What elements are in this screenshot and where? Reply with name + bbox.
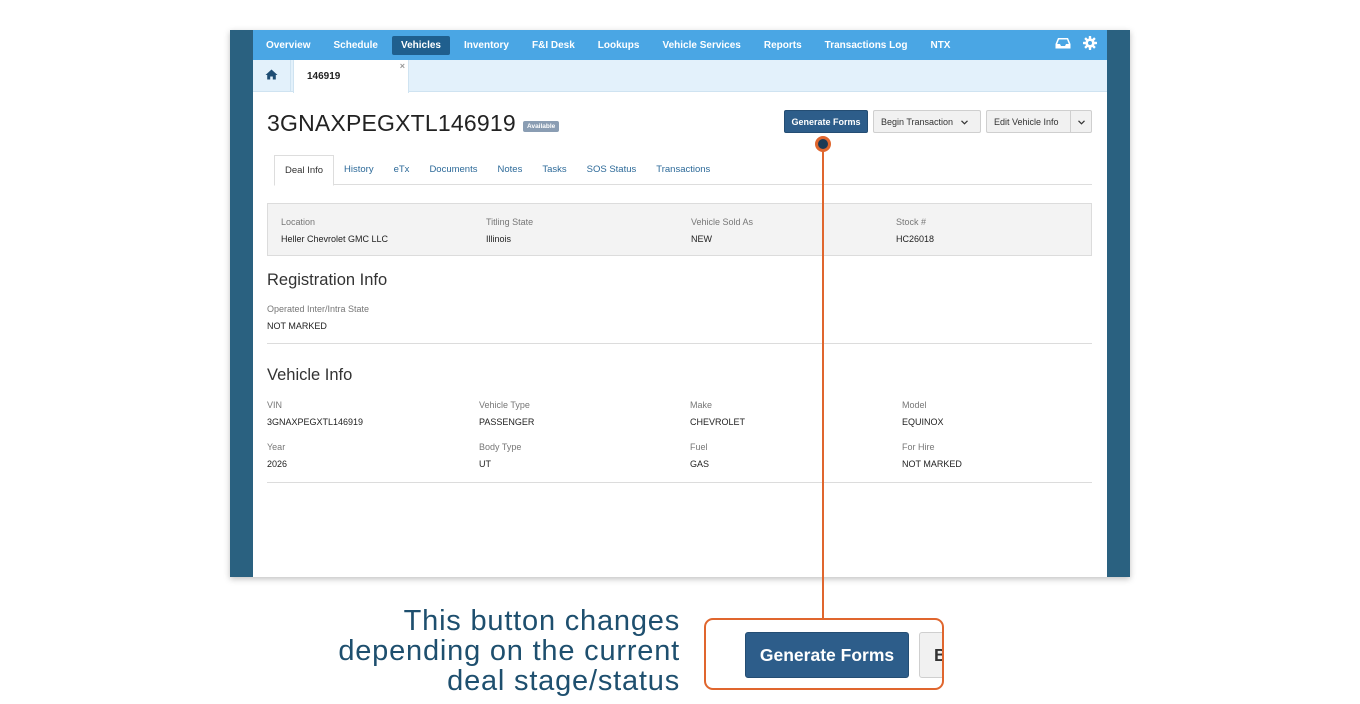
tab-history[interactable]: History xyxy=(334,155,384,185)
vehicle-sold-as-value: NEW xyxy=(691,234,712,244)
callout-dot xyxy=(815,136,831,152)
for-hire-value: NOT MARKED xyxy=(902,459,962,469)
fuel-value: GAS xyxy=(690,459,710,469)
nav-reports[interactable]: Reports xyxy=(755,36,811,55)
detail-tabs: Deal Info History eTx Documents Notes Ta… xyxy=(274,155,1092,186)
nav-transactions-log[interactable]: Transactions Log xyxy=(816,36,917,55)
tab-strip: 146919 × xyxy=(253,60,1107,93)
callout-caption-line: deal stage/status xyxy=(447,665,680,697)
chevron-down-icon xyxy=(1077,117,1085,127)
top-nav: Overview Schedule Vehicles Inventory F&I… xyxy=(253,30,1107,60)
nav-vehicle-services[interactable]: Vehicle Services xyxy=(653,36,749,55)
tab-label: 146919 xyxy=(307,71,341,82)
zoomed-begin-transaction-button: B xyxy=(919,632,942,678)
section-divider xyxy=(267,343,1092,344)
vehicle-type-label: Vehicle Type xyxy=(479,400,530,410)
deal-info-panel: Location Heller Chevrolet GMC LLC Titlin… xyxy=(267,203,1092,256)
callout-zoom-box: Generate Forms B xyxy=(704,618,944,690)
operated-state-value: NOT MARKED xyxy=(267,321,327,331)
nav-schedule[interactable]: Schedule xyxy=(324,36,386,55)
titling-state-label: Titling State xyxy=(486,217,534,227)
location-value: Heller Chevrolet GMC LLC xyxy=(281,234,389,244)
stock-number-label: Stock # xyxy=(896,217,927,227)
tab-etx[interactable]: eTx xyxy=(384,155,420,185)
chevron-down-icon xyxy=(961,117,968,127)
nav-ntx[interactable]: NTX xyxy=(921,36,959,55)
for-hire-label: For Hire xyxy=(902,442,935,452)
app-frame: Overview Schedule Vehicles Inventory F&I… xyxy=(230,30,1130,577)
location-label: Location xyxy=(281,217,316,227)
nav-inventory[interactable]: Inventory xyxy=(455,36,518,55)
page-title: 3GNAXPEGXTL146919 xyxy=(267,110,516,136)
stock-number-value: HC26018 xyxy=(896,234,935,244)
callout-connector-line xyxy=(822,145,824,619)
body-type-label: Body Type xyxy=(479,442,522,452)
body-type-value: UT xyxy=(479,459,491,469)
zoomed-generate-forms-button: Generate Forms xyxy=(745,632,909,678)
status-badge: Available xyxy=(523,121,560,132)
generate-forms-button[interactable]: Generate Forms xyxy=(784,110,868,133)
edit-vehicle-info-button[interactable]: Edit Vehicle Info xyxy=(986,110,1071,133)
inbox-icon[interactable] xyxy=(1055,36,1071,50)
year-label: Year xyxy=(267,442,286,452)
titling-state-value: Illinois xyxy=(486,234,512,244)
tab-tasks[interactable]: Tasks xyxy=(532,155,576,185)
vin-label: VIN xyxy=(267,400,283,410)
tab-sos-status[interactable]: SOS Status xyxy=(577,155,647,185)
begin-transaction-label: Begin Transaction xyxy=(881,116,954,127)
year-value: 2026 xyxy=(267,459,288,469)
vehicle-sold-as-label: Vehicle Sold As xyxy=(691,217,754,227)
fuel-label: Fuel xyxy=(690,442,708,452)
vehicle-type-value: PASSENGER xyxy=(479,417,535,427)
model-value: EQUINOX xyxy=(902,417,944,427)
nav-icon-group xyxy=(1055,36,1097,50)
callout-caption-line: This button changes xyxy=(403,605,680,637)
model-label: Model xyxy=(902,400,927,410)
section-divider xyxy=(267,482,1092,483)
gear-icon[interactable] xyxy=(1083,36,1097,50)
vehicle-info-heading: Vehicle Info xyxy=(267,366,353,384)
make-value: CHEVROLET xyxy=(690,417,746,427)
callout-caption: This button changes depending on the cur… xyxy=(260,606,680,696)
nav-vehicles[interactable]: Vehicles xyxy=(391,35,450,55)
nav-lookups[interactable]: Lookups xyxy=(589,36,649,55)
tab-notes[interactable]: Notes xyxy=(488,155,533,185)
home-tab[interactable] xyxy=(253,60,291,92)
edit-vehicle-info-dropdown[interactable] xyxy=(1070,110,1092,133)
begin-transaction-button[interactable]: Begin Transaction xyxy=(873,110,981,133)
make-label: Make xyxy=(690,400,713,410)
tab-deal-info[interactable]: Deal Info xyxy=(274,155,335,186)
tab-transactions[interactable]: Transactions xyxy=(646,155,720,185)
close-icon[interactable]: × xyxy=(400,61,405,71)
tab-146919[interactable]: 146919 × xyxy=(293,60,409,93)
vin-value: 3GNAXPEGXTL146919 xyxy=(267,417,364,427)
nav-overview[interactable]: Overview xyxy=(257,36,319,55)
registration-info-heading: Registration Info xyxy=(267,271,388,289)
app-window: Overview Schedule Vehicles Inventory F&I… xyxy=(253,30,1107,577)
callout-caption-line: depending on the current xyxy=(338,635,680,667)
home-icon xyxy=(265,67,278,85)
nav-fi-desk[interactable]: F&I Desk xyxy=(523,36,584,55)
operated-state-label: Operated Inter/Intra State xyxy=(267,304,370,314)
tab-documents[interactable]: Documents xyxy=(419,155,487,185)
